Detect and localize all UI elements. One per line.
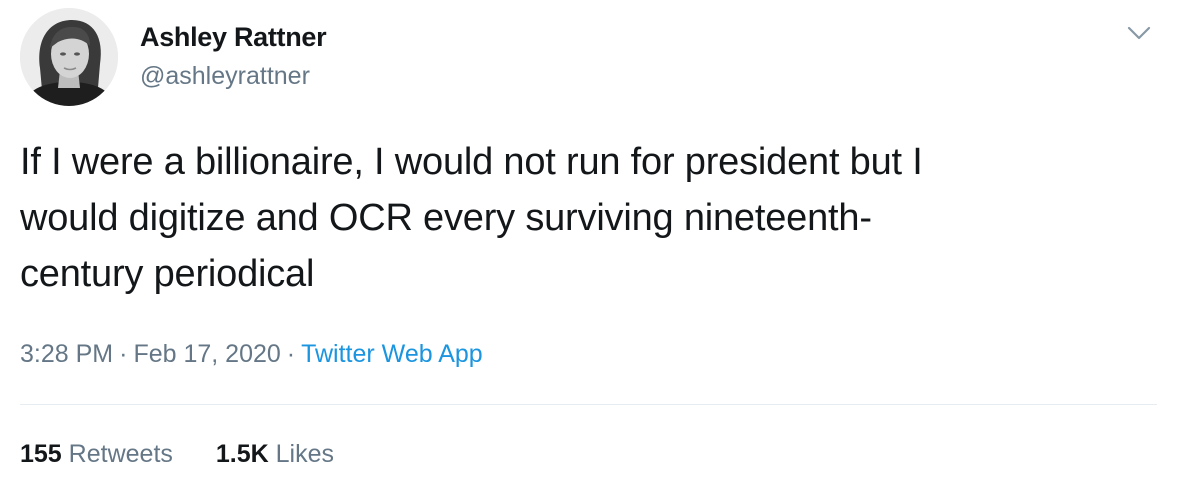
retweets-label: Retweets (68, 440, 173, 468)
tweet-text: If I were a billionaire, I would not run… (20, 141, 923, 295)
tweet-date[interactable]: Feb 17, 2020 (133, 340, 280, 368)
retweets-stat[interactable]: 155 Retweets (20, 440, 173, 469)
tweet-stats: 155 Retweets 1.5K Likes (20, 440, 370, 469)
author-display-name[interactable]: Ashley Rattner (140, 22, 327, 53)
author-handle[interactable]: @ashleyrattner (140, 62, 310, 91)
tweet-metadata: 3:28 PM · Feb 17, 2020 · Twitter Web App (20, 340, 483, 369)
tweet-source-link[interactable]: Twitter Web App (301, 340, 483, 368)
meta-separator: · (286, 340, 296, 368)
meta-separator: · (119, 340, 128, 368)
tweet-card: Ashley Rattner @ashleyrattner If I were … (0, 0, 1178, 498)
divider (20, 404, 1157, 405)
chevron-down-icon[interactable] (1124, 22, 1154, 44)
avatar-photo (20, 8, 118, 106)
likes-stat[interactable]: 1.5K Likes (216, 440, 334, 469)
tweet-time[interactable]: 3:28 PM (20, 340, 113, 368)
avatar[interactable] (20, 8, 118, 106)
likes-count: 1.5K (215, 440, 269, 468)
likes-label: Likes (275, 440, 334, 468)
retweets-count: 155 (20, 440, 62, 468)
